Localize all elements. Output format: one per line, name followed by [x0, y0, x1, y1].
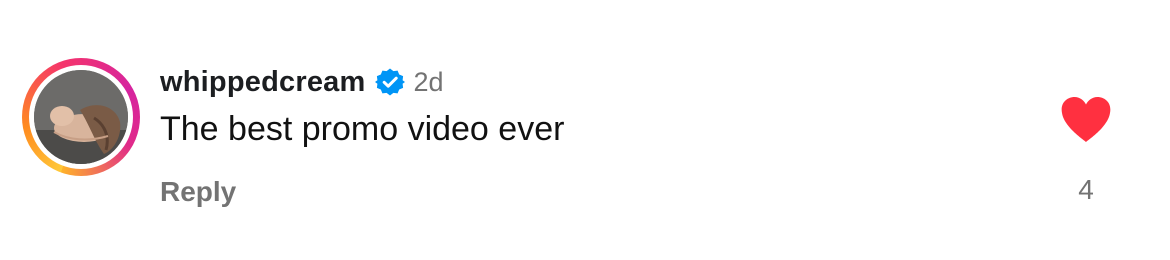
comment-text: The best promo video ever: [160, 110, 565, 148]
reply-button[interactable]: Reply: [160, 176, 236, 208]
username-link[interactable]: whippedcream: [160, 66, 365, 99]
heart-filled-icon: [1061, 97, 1111, 142]
comment-header: whippedcream 2d: [160, 62, 444, 102]
verified-badge-icon: [375, 67, 406, 97]
avatar-image: [34, 70, 128, 164]
comment-item: whippedcream 2d The best promo video eve…: [0, 0, 1170, 260]
avatar-story-ring[interactable]: [22, 58, 140, 176]
avatar[interactable]: [34, 70, 128, 164]
like-count: 4: [1078, 174, 1094, 205]
like-button[interactable]: [1060, 96, 1112, 144]
comment-timestamp: 2d: [413, 66, 444, 97]
